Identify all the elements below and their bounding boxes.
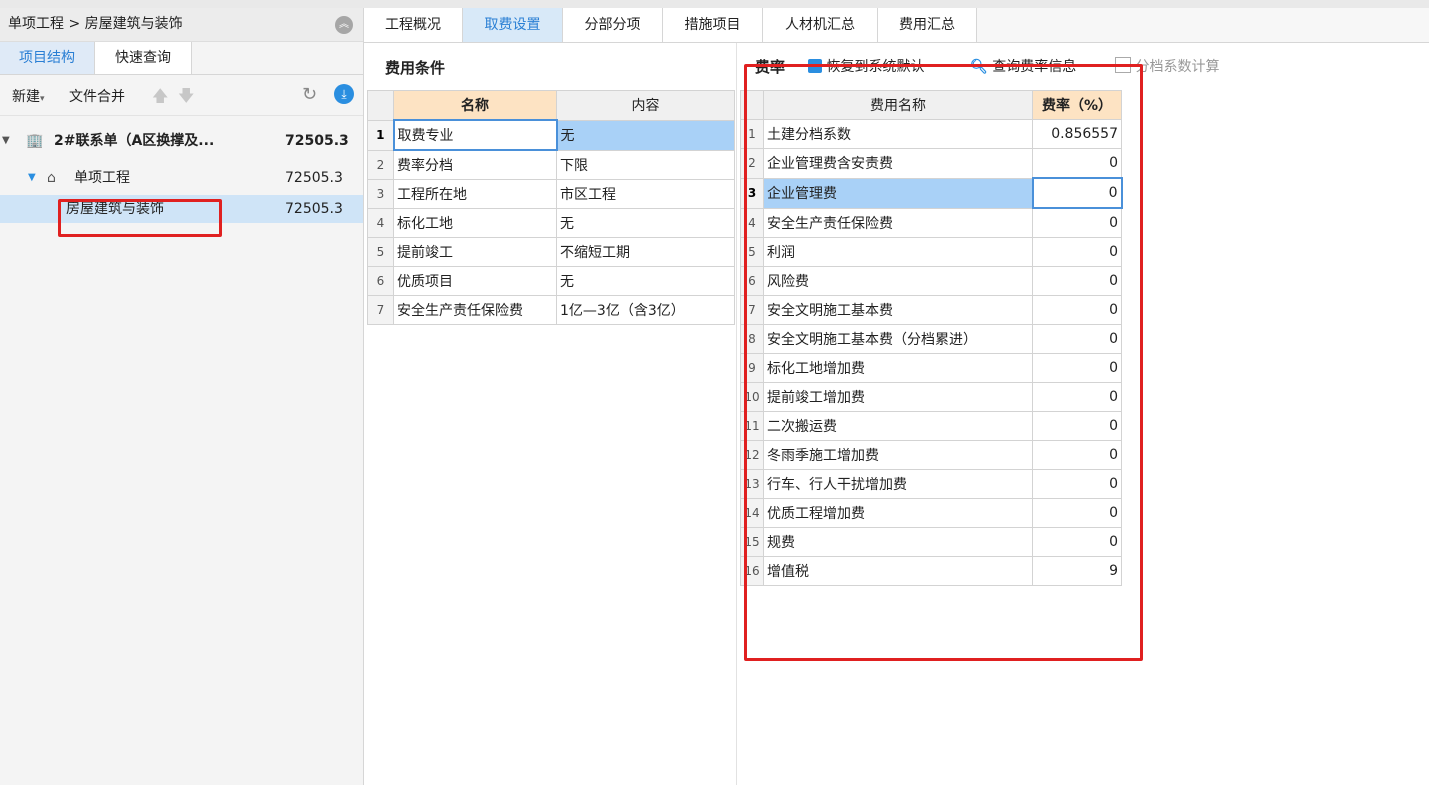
home-icon: ⌂ [47, 170, 56, 186]
table-row[interactable]: 3 工程所在地 市区工程 [367, 179, 735, 209]
tiered-label: 分档系数计算 [1135, 59, 1220, 75]
cell-name[interactable]: 费率分档 [393, 149, 557, 180]
new-button[interactable]: 新建▾ [12, 86, 45, 106]
row-number: 1 [367, 119, 394, 151]
building-icon: 🏢 [26, 133, 44, 149]
table-row[interactable]: 6 优质项目无 [367, 266, 735, 296]
tree-item-value: 72505.3 [285, 201, 343, 217]
tab-project-overview[interactable]: 工程概况 [364, 8, 463, 42]
expand-icon[interactable]: ▼ [2, 127, 10, 155]
tree-item-label: 单项工程 [74, 170, 130, 186]
tree-item-label: 2#联系单（A区换撑及... [54, 133, 215, 149]
new-button-label: 新建 [12, 89, 40, 105]
dropdown-caret-icon: ▾ [40, 94, 45, 104]
cell-content[interactable]: 无 [556, 266, 735, 296]
panel-divider [736, 43, 737, 785]
tab-fee-settings[interactable]: 取费设置 [463, 8, 563, 42]
move-up-icon[interactable]: 🡅 [152, 85, 168, 112]
cell-name[interactable]: 标化工地 [393, 208, 557, 238]
tab-sub-items[interactable]: 分部分项 [563, 8, 663, 42]
table-row[interactable]: 2 费率分档 下限 [367, 149, 735, 180]
row-number: 3 [367, 179, 394, 209]
collapse-icon[interactable]: ︽ [335, 16, 353, 34]
cell-content[interactable]: 1亿—3亿（含3亿） [556, 295, 735, 325]
breadcrumb: 单项工程 > 房屋建筑与装饰 ︽ [0, 8, 363, 42]
row-number: 5 [367, 237, 394, 267]
tree-item-single-project[interactable]: ▼ ⌂ 单项工程 72505.3 [0, 164, 363, 192]
conditions-table: 名称 内容 1 取费专业无 2 费率分档 下限 3 工程所在地 市区工程 4 标化工地无 5 提前竣工… [367, 90, 735, 325]
cell-content[interactable]: 市区工程 [556, 179, 735, 209]
tab-material-summary[interactable]: 人材机汇总 [763, 8, 878, 42]
cell-content[interactable]: 无 [556, 119, 735, 151]
table-header-row: 名称 内容 [367, 90, 735, 121]
tab-quick-query[interactable]: 快速查询 [95, 42, 192, 74]
cell-name[interactable]: 取费专业 [392, 119, 558, 151]
cell-content[interactable]: 无 [556, 208, 735, 238]
row-number: 2 [367, 149, 394, 180]
table-row[interactable]: 4 标化工地无 [367, 208, 735, 238]
highlight-box [744, 64, 1143, 661]
cell-content[interactable]: 下限 [556, 149, 735, 180]
tree-item-value: 72505.3 [285, 133, 349, 149]
tree-item-value: 72505.3 [285, 170, 343, 186]
cell-name[interactable]: 工程所在地 [393, 179, 557, 209]
corner-cell [367, 90, 394, 121]
cell-name[interactable]: 安全生产责任保险费 [393, 295, 557, 325]
row-number: 7 [367, 295, 394, 325]
main-tabs: 工程概况 取费设置 分部分项 措施项目 人材机汇总 费用汇总 [364, 8, 1429, 43]
cell-name[interactable]: 提前竣工 [393, 237, 557, 267]
highlight-box [58, 199, 222, 237]
tab-fee-summary[interactable]: 费用汇总 [878, 8, 977, 42]
cell-name[interactable]: 优质项目 [393, 266, 557, 296]
column-header-content[interactable]: 内容 [556, 90, 735, 121]
file-merge-button[interactable]: 文件合并 [69, 86, 125, 106]
refresh-icon[interactable]: ↻ [302, 84, 317, 105]
conditions-title: 费用条件 [385, 59, 446, 77]
row-number: 6 [367, 266, 394, 296]
table-row[interactable]: 7 安全生产责任保险费 1亿—3亿（含3亿） [367, 295, 735, 325]
expand-icon[interactable]: ▼ [28, 164, 36, 192]
row-number: 4 [367, 208, 394, 238]
cell-content[interactable]: 不缩短工期 [556, 237, 735, 267]
download-icon[interactable]: ⤓ [334, 84, 354, 104]
tab-measures[interactable]: 措施项目 [663, 8, 763, 42]
move-down-icon[interactable]: 🡇 [178, 85, 194, 112]
table-row[interactable]: 1 取费专业无 [367, 119, 735, 151]
tree-item-project[interactable]: ▼ 🏢 2#联系单（A区换撑及... 72505.3 [0, 127, 363, 155]
left-toolbar: 新建▾ 文件合并 🡅 🡇 ↻ ⤓ [0, 75, 363, 116]
tab-project-structure[interactable]: 项目结构 [0, 42, 95, 74]
project-structure-panel: 单项工程 > 房屋建筑与装饰 ︽ 项目结构 快速查询 新建▾ 文件合并 🡅 🡇 … [0, 8, 364, 785]
column-header-name[interactable]: 名称 [393, 90, 557, 121]
left-tabs: 项目结构 快速查询 [0, 42, 363, 75]
table-row[interactable]: 5 提前竣工 不缩短工期 [367, 237, 735, 267]
breadcrumb-text: 单项工程 > 房屋建筑与装饰 [8, 16, 183, 32]
